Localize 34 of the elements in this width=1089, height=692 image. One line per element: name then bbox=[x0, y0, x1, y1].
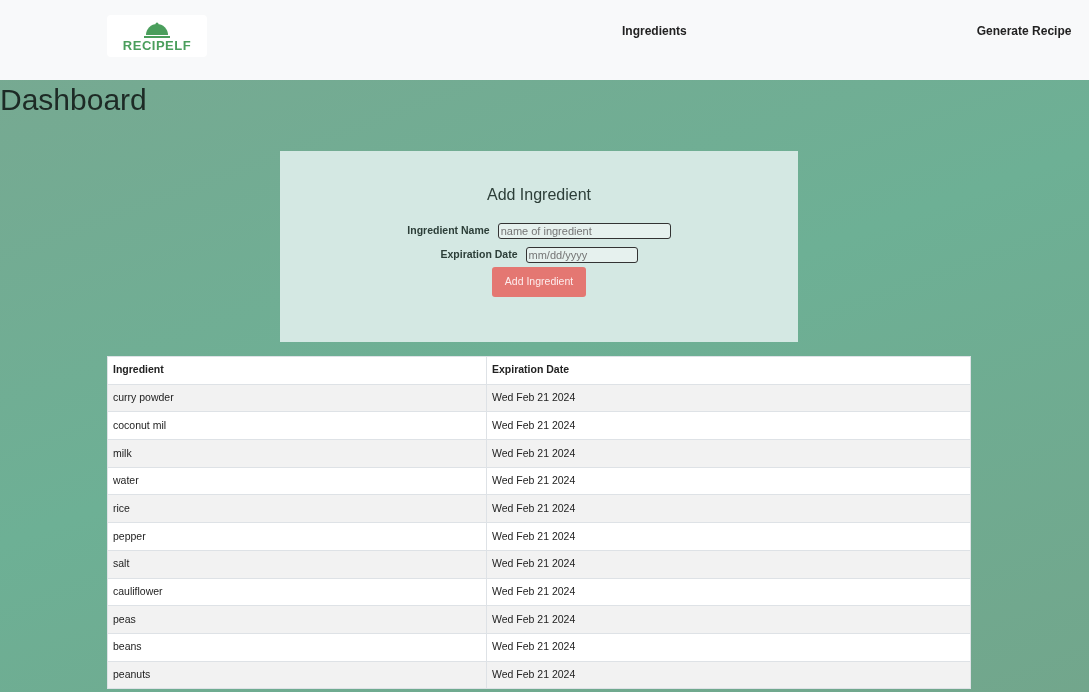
table-cell: coconut mil bbox=[107, 411, 487, 440]
table-cell: Wed Feb 21 2024 bbox=[486, 578, 971, 606]
column-header: Ingredient bbox=[107, 356, 487, 385]
table-cell: Wed Feb 21 2024 bbox=[486, 439, 971, 468]
table-cell: beans bbox=[107, 633, 487, 662]
table-cell: water bbox=[107, 467, 487, 495]
table-cell: peas bbox=[107, 605, 487, 634]
table-cell: curry powder bbox=[107, 384, 487, 412]
column-header: Expiration Date bbox=[486, 356, 971, 385]
table-cell: rice bbox=[107, 494, 487, 523]
table-cell: salt bbox=[107, 550, 487, 578]
table-cell: Wed Feb 21 2024 bbox=[486, 467, 971, 495]
table-cell: Wed Feb 21 2024 bbox=[486, 633, 971, 662]
field-label: Expiration Date bbox=[440, 247, 518, 263]
table-cell: milk bbox=[107, 439, 487, 468]
expiration-date-field[interactable]: mm/dd/yyyy bbox=[525, 247, 638, 263]
table-cell: Wed Feb 21 2024 bbox=[486, 384, 971, 412]
table-cell: Wed Feb 21 2024 bbox=[486, 661, 971, 689]
table-cell: Wed Feb 21 2024 bbox=[486, 605, 971, 634]
nav-link[interactable]: Generate Recipe bbox=[976, 22, 1072, 40]
field-label: Ingredient Name bbox=[407, 223, 490, 239]
table-cell: Wed Feb 21 2024 bbox=[486, 494, 971, 523]
page-title: Dashboard bbox=[0, 82, 148, 118]
table-cell: cauliflower bbox=[107, 578, 487, 606]
nav-link[interactable]: Ingredients bbox=[622, 22, 687, 40]
form-title: Add Ingredient bbox=[486, 185, 592, 205]
table-cell: Wed Feb 21 2024 bbox=[486, 522, 971, 551]
cloche-icon bbox=[143, 20, 171, 39]
table-cell: Wed Feb 21 2024 bbox=[486, 550, 971, 578]
table-cell: peanuts bbox=[107, 661, 487, 689]
table-cell: pepper bbox=[107, 522, 487, 551]
table-cell: Wed Feb 21 2024 bbox=[486, 411, 971, 440]
logo-text: RECIPELF bbox=[122, 38, 192, 52]
ingredient-name-field[interactable]: name of ingredient bbox=[497, 223, 671, 239]
